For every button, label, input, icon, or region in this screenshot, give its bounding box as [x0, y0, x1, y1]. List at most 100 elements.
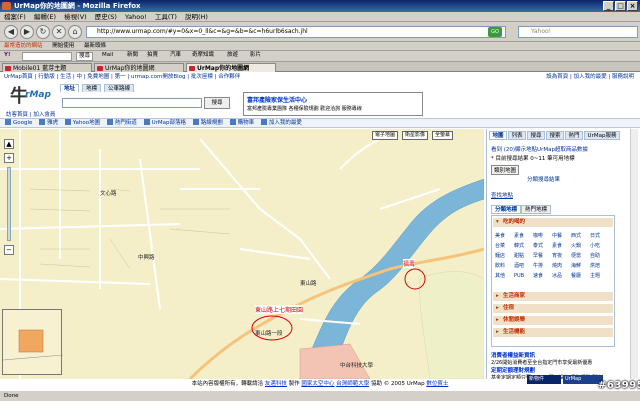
food-link[interactable]: 台菜 [495, 242, 514, 250]
food-link[interactable]: 宵夜 [552, 252, 571, 260]
food-link[interactable]: 自助 [590, 252, 609, 260]
yahoo-knowledge-link[interactable]: 奇摩知識 [190, 52, 216, 61]
food-link[interactable]: PUB [514, 272, 533, 280]
map-mode-button[interactable]: 電子地圖 [372, 131, 399, 140]
panel-info-line[interactable]: 分類搜尋結果 [527, 175, 560, 183]
footer-link[interactable]: 國家太空中心 [301, 381, 334, 387]
food-link[interactable]: 甜點 [514, 252, 533, 260]
footer-link[interactable]: 台灣師範大學 [336, 381, 369, 387]
food-link[interactable]: 早餐 [533, 252, 552, 260]
go-button[interactable]: GO [488, 27, 502, 37]
banner-ad[interactable]: 富邦產險家保生活中心 富邦產險專業團隊 各種保險規劃 歡迎洽詢 服務專線 [243, 92, 423, 116]
food-link[interactable]: 其他 [495, 272, 514, 280]
zoom-in-icon[interactable]: + [4, 153, 14, 163]
panel-scrollbar[interactable] [630, 129, 638, 379]
overview-minimap[interactable] [2, 309, 64, 375]
yahoo-mail-link[interactable]: Mail [100, 52, 115, 61]
tool-google[interactable]: Google [5, 119, 32, 128]
forward-icon[interactable]: ▶ [20, 25, 34, 39]
yahoo-logo[interactable]: Y! [2, 52, 13, 61]
footer-link[interactable]: 數位賓士 [426, 381, 448, 387]
food-link[interactable]: 海鮮 [571, 262, 590, 270]
zoom-out-icon[interactable]: − [4, 245, 14, 255]
panel-tab-hot[interactable]: 熱門 [565, 131, 583, 140]
menu-view[interactable]: 檢視(V) [64, 13, 87, 21]
maximize-button[interactable]: □ [615, 1, 626, 11]
bookmark-most-visited[interactable]: 最常造訪的網站 [4, 43, 43, 49]
map-marker-label[interactable]: 福壽 [403, 259, 416, 268]
tool-blog[interactable]: UrMap部落格 [143, 119, 186, 128]
zoom-slider[interactable] [7, 167, 11, 241]
search-tab-address[interactable]: 地址 [60, 84, 80, 92]
panel-tab-services[interactable]: UrMap服務 [584, 131, 620, 140]
food-link[interactable]: 韓式 [514, 242, 533, 250]
menu-edit[interactable]: 編輯(E) [34, 13, 56, 21]
minimize-button[interactable]: _ [603, 1, 614, 11]
urmap-logo[interactable]: 牛 rMap [10, 86, 52, 108]
reload-icon[interactable]: ↻ [36, 25, 50, 39]
food-link[interactable]: 烘焙 [590, 262, 609, 270]
yahoo-search-button[interactable]: 搜尋 [76, 52, 94, 61]
find-place-link[interactable]: 查找地點 [491, 191, 513, 199]
stop-icon[interactable]: ✕ [52, 25, 66, 39]
tool-favorite[interactable]: 加入我的最愛 [260, 119, 302, 128]
food-link[interactable]: 牛排 [533, 262, 552, 270]
tool-yahoo-map[interactable]: Yahoo地圖 [64, 119, 100, 128]
tab-mobile01[interactable]: Mobile01 藍芽主題 [2, 63, 92, 72]
map-canvas[interactable]: ▲ + − 電子地圖 衛星影像 全螢幕 東山路一段 東山路 中興路 文心路 中台… [0, 129, 484, 379]
bookmark-latest-headlines[interactable]: 最新頭條 [84, 43, 106, 49]
category-header[interactable]: 休閒娛樂 [493, 316, 613, 325]
back-icon[interactable]: ◀ [4, 25, 18, 39]
tab-category-landmarks[interactable]: 分類地標 [491, 205, 522, 214]
tool-route[interactable]: 路線規劃 [192, 119, 223, 128]
map-search-button[interactable]: 搜尋 [204, 97, 230, 109]
category-header[interactable]: 吃的喝的 [493, 218, 613, 227]
fullscreen-button[interactable]: 全螢幕 [432, 131, 454, 140]
food-link[interactable]: 中餐 [552, 232, 571, 240]
yahoo-auction-link[interactable]: 拍賣 [145, 52, 160, 61]
taskbar-item[interactable]: UrMap [563, 375, 603, 384]
search-tab-bus[interactable]: 公車路線 [104, 84, 135, 92]
tool-yahoo[interactable]: 雅虎 [39, 119, 58, 128]
food-link[interactable]: 小吃 [590, 242, 609, 250]
home-icon[interactable]: ⌂ [68, 25, 82, 39]
menu-history[interactable]: 歷史(S) [95, 13, 117, 21]
category-header[interactable]: 生活機能 [493, 328, 613, 337]
tool-hot-streets[interactable]: 熱門街道 [106, 119, 137, 128]
panel-info-line[interactable]: 看到 (20)顯示地點UrMap超取商品數據 [491, 145, 588, 153]
panel-tab-list[interactable]: 列表 [508, 131, 526, 140]
panel-tab-explore[interactable]: 搜索 [546, 131, 564, 140]
map-search-input[interactable] [62, 98, 202, 108]
food-link[interactable]: 火鍋 [571, 242, 590, 250]
map-marker-label[interactable]: 東山路上七期田園 [255, 305, 304, 314]
menu-file[interactable]: 檔案(F) [4, 13, 26, 21]
close-button[interactable]: × [627, 1, 638, 11]
food-link[interactable]: 西式 [571, 232, 590, 240]
bookmark-getting-started[interactable]: 開始使用 [52, 43, 74, 49]
panel-tab-search[interactable]: 搜尋 [527, 131, 545, 140]
tab-urmap-2[interactable]: UrMap你的地圖網 [186, 63, 276, 72]
food-link[interactable]: 燒肉 [552, 262, 571, 270]
site-top-links-right[interactable]: 設為首頁 | 加入我的最愛 | 服務說明 [546, 72, 634, 82]
yahoo-cars-link[interactable]: 汽車 [168, 52, 183, 61]
food-link[interactable]: 冰品 [552, 272, 571, 280]
food-link[interactable]: 速食 [533, 272, 552, 280]
food-link[interactable]: 日式 [590, 232, 609, 240]
food-link[interactable]: 素食 [514, 232, 533, 240]
tool-cart[interactable]: 購物車 [229, 119, 254, 128]
taskbar-item[interactable]: 新物件 [527, 375, 561, 384]
category-header[interactable]: 生活商家 [493, 292, 613, 301]
yahoo-search-input[interactable] [22, 52, 72, 61]
food-link[interactable]: 餐廳 [571, 272, 590, 280]
menu-yahoo[interactable]: Yahoo! [125, 13, 147, 21]
food-link[interactable]: 素食 [552, 242, 571, 250]
menu-help[interactable]: 說明(H) [185, 13, 208, 21]
food-link[interactable]: 主題 [590, 272, 609, 280]
search-input[interactable]: Yahoo! [518, 26, 638, 38]
tab-urmap-1[interactable]: UrMap你的地圖網 [94, 63, 184, 72]
tab-hot-landmarks[interactable]: 熱門地標 [521, 205, 552, 214]
url-bar[interactable]: http://www.urmap.com/#y=0&x=0_ll&c=&g=&b… [86, 26, 506, 38]
yahoo-news-link[interactable]: 新聞 [125, 52, 140, 61]
food-link[interactable]: 泰式 [533, 242, 552, 250]
category-header[interactable]: 住宿 [493, 304, 613, 313]
